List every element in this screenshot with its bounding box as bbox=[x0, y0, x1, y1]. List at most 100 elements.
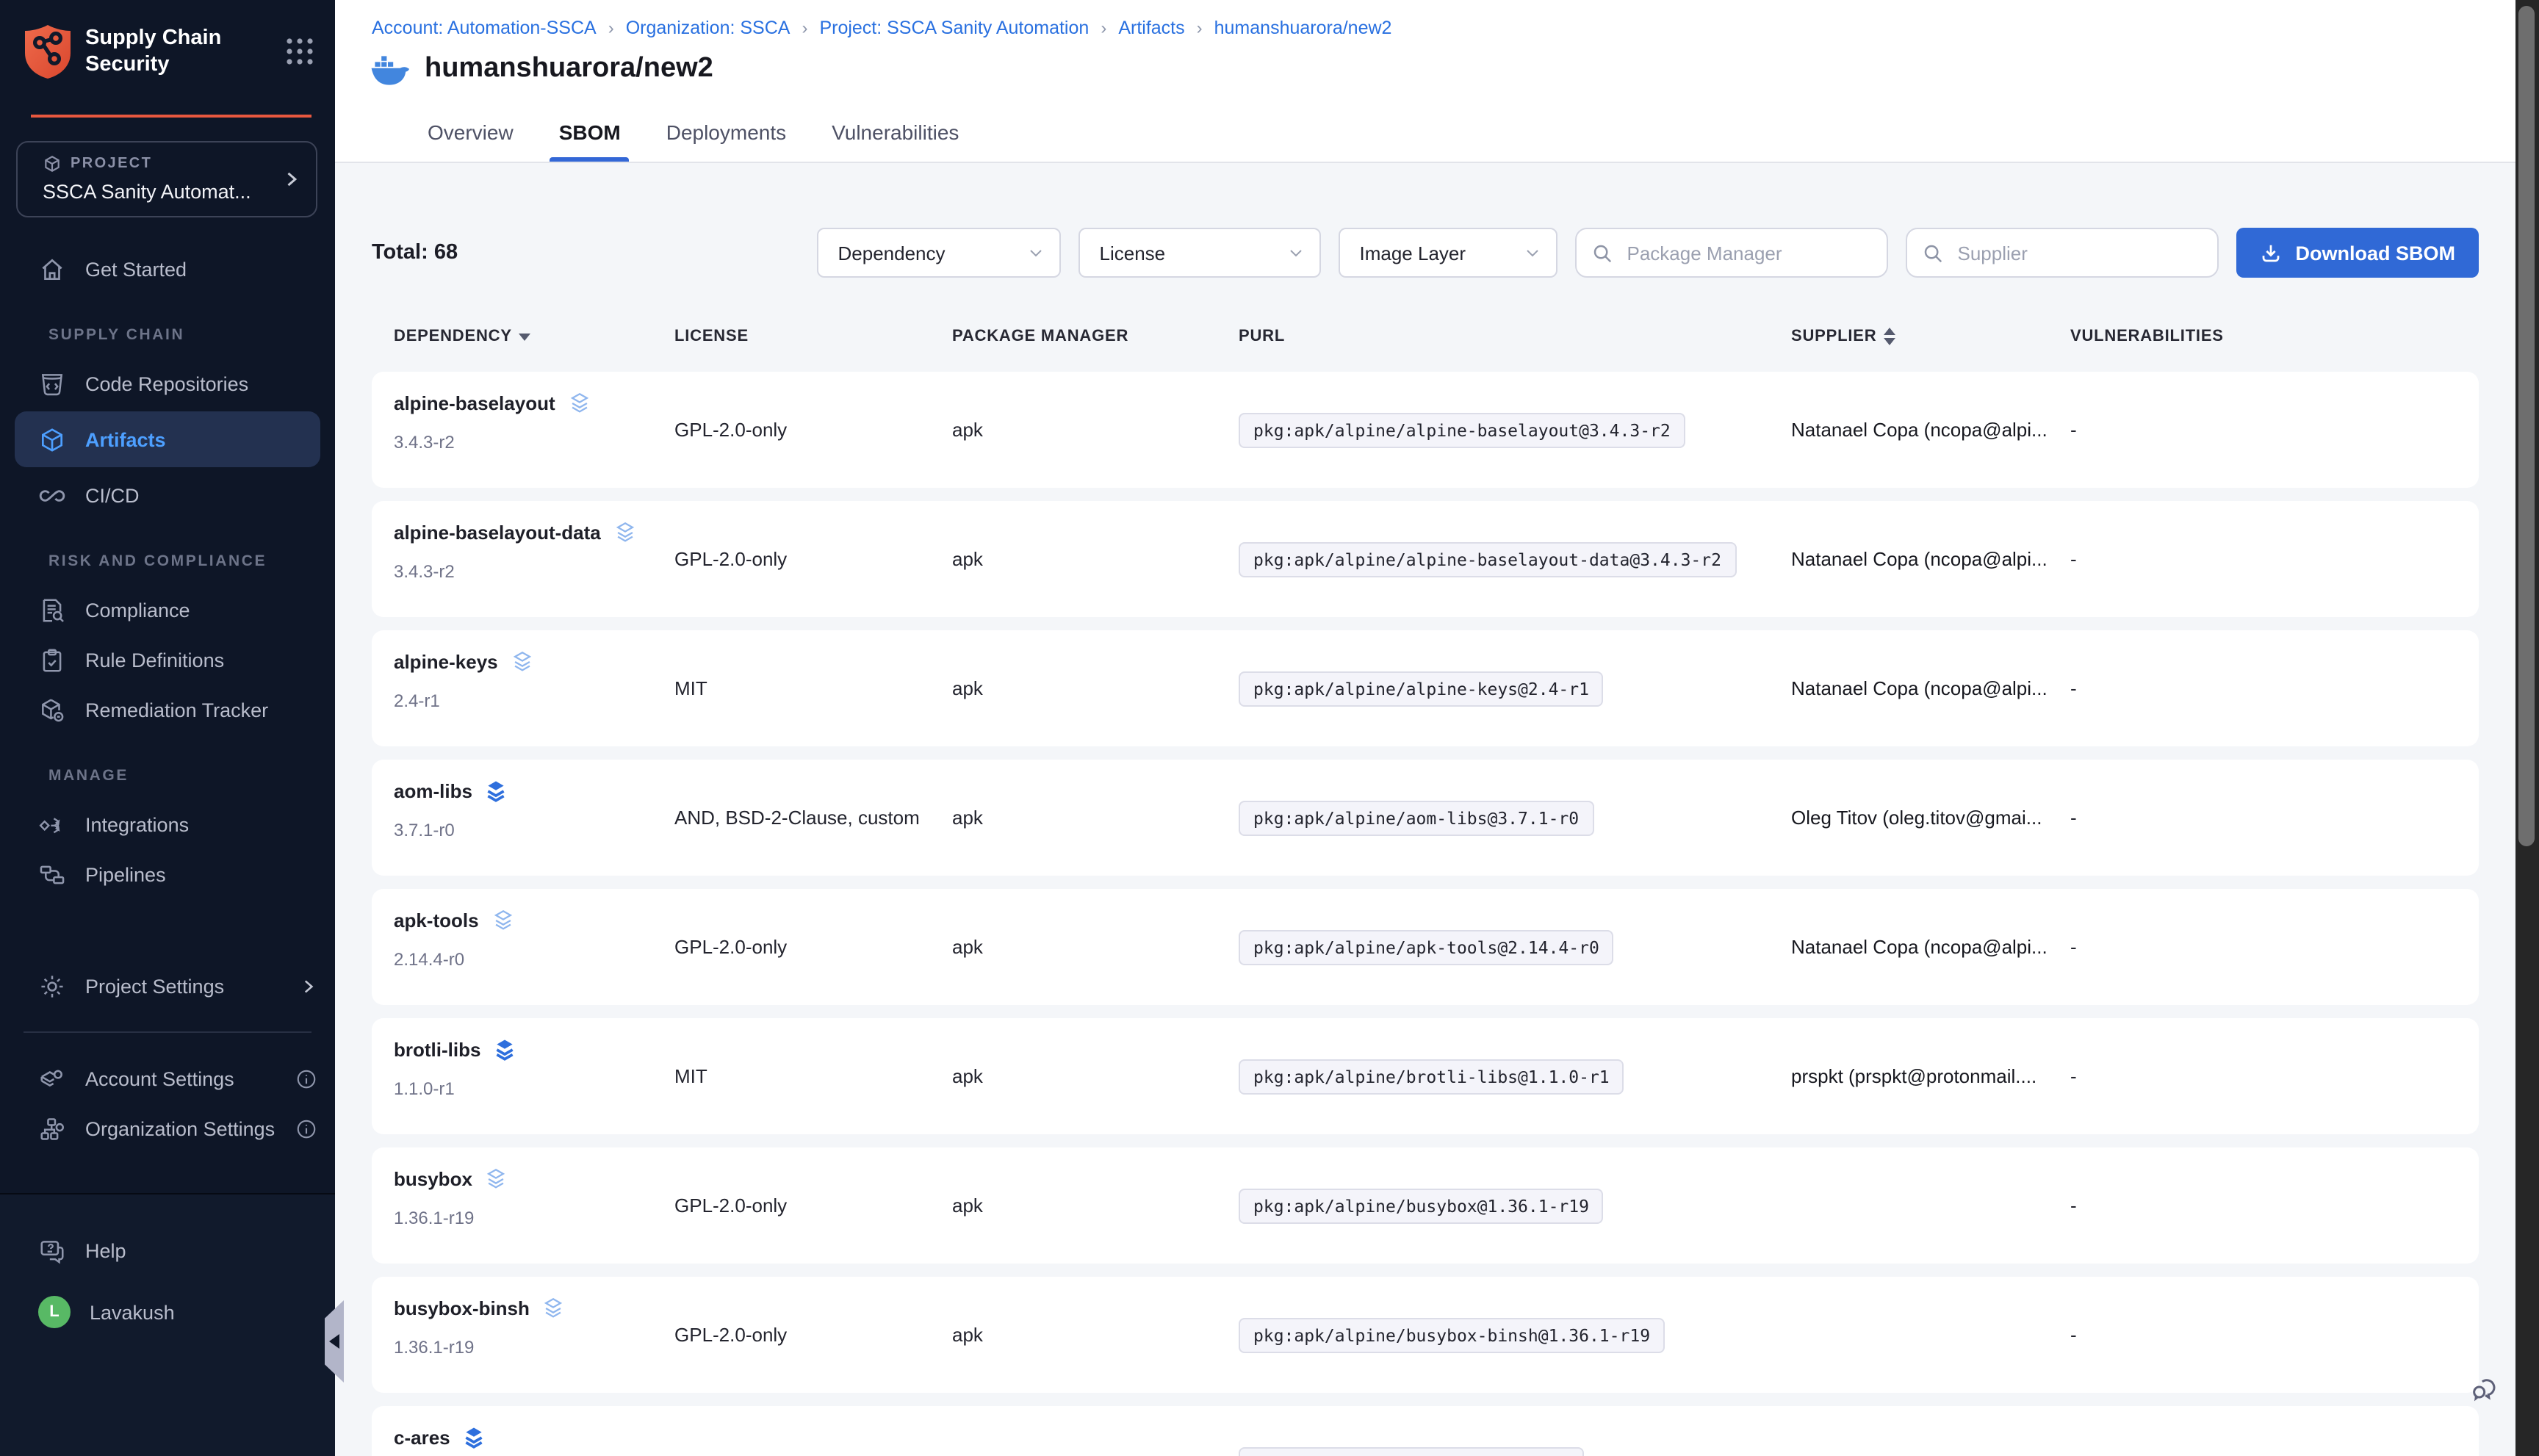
package-manager-cell: apk bbox=[952, 936, 1239, 958]
sidebar-item-artifacts[interactable]: Artifacts bbox=[15, 411, 320, 467]
column-dependency[interactable]: DEPENDENCY bbox=[394, 328, 674, 345]
sidebar-item-cicd[interactable]: CI/CD bbox=[0, 470, 335, 520]
sidebar-item-organization-settings[interactable]: Organization Settings bbox=[0, 1103, 335, 1153]
sidebar-item-code-repositories[interactable]: Code Repositories bbox=[0, 358, 335, 408]
purl-value[interactable]: pkg:apk/alpine/alpine-baselayout-data@3.… bbox=[1239, 541, 1736, 577]
layers-outline-icon bbox=[491, 908, 516, 933]
app-window: Supply Chain Security PROJECT SSCA Sanit… bbox=[0, 0, 2539, 1456]
help-chat-icon bbox=[38, 1236, 66, 1264]
table-row[interactable]: alpine-baselayout 3.4.3-r2 GPL-2.0-only … bbox=[372, 372, 2479, 488]
dependency-name: c-ares bbox=[394, 1427, 450, 1449]
sort-icon bbox=[1884, 328, 1895, 345]
supply-chain-security-logo-icon bbox=[24, 24, 72, 79]
license-cell: MIT bbox=[674, 677, 952, 699]
table-row[interactable]: aom-libs 3.7.1-r0 AND, BSD-2-Clause, cus… bbox=[372, 760, 2479, 876]
tab-vulnerabilities[interactable]: Vulnerabilities bbox=[829, 120, 962, 162]
integrations-icon bbox=[38, 810, 66, 838]
search-icon bbox=[1923, 242, 1945, 264]
column-package-manager: PACKAGE MANAGER bbox=[952, 328, 1239, 345]
infinity-icon bbox=[38, 481, 66, 509]
sidebar-item-get-started[interactable]: Get Started bbox=[0, 244, 335, 294]
license-cell: GPL-2.0-only bbox=[674, 419, 952, 441]
scrollbar-thumb[interactable] bbox=[2518, 6, 2535, 846]
table-row[interactable]: alpine-baselayout-data 3.4.3-r2 GPL-2.0-… bbox=[372, 501, 2479, 617]
purl-value[interactable]: pkg:apk/alpine/busybox-binsh@1.36.1-r19 bbox=[1239, 1317, 1665, 1352]
table-row[interactable]: brotli-libs 1.1.0-r1 MIT apk pkg:apk/alp… bbox=[372, 1018, 2479, 1134]
sort-desc-icon bbox=[519, 333, 531, 340]
sidebar-item-remediation-tracker[interactable]: Remediation Tracker bbox=[0, 685, 335, 735]
purl-value[interactable]: pkg:apk/alpine/brotli-libs@1.1.0-r1 bbox=[1239, 1059, 1624, 1094]
breadcrumb-project[interactable]: Project: SSCA Sanity Automation bbox=[819, 18, 1089, 38]
dependency-cell: alpine-baselayout-data 3.4.3-r2 bbox=[394, 501, 674, 582]
sidebar-item-help[interactable]: Help bbox=[0, 1221, 335, 1280]
breadcrumb: Account: Automation-SSCA› Organization: … bbox=[335, 0, 2515, 38]
dependency-version: 3.4.3-r2 bbox=[394, 432, 674, 453]
vulnerabilities-cell: - bbox=[2070, 1453, 2479, 1456]
code-repo-icon bbox=[38, 370, 66, 397]
sidebar-footer: Help L Lavakush bbox=[0, 1193, 335, 1456]
project-cube-icon bbox=[43, 154, 62, 173]
breadcrumb-artifacts[interactable]: Artifacts bbox=[1118, 18, 1184, 38]
table-row[interactable]: alpine-keys 2.4-r1 MIT apk pkg:apk/alpin… bbox=[372, 630, 2479, 746]
supplier-cell: Natanael Copa (ncopa@alpi... bbox=[1791, 936, 2070, 958]
purl-value[interactable]: pkg:apk/alpine/busybox@1.36.1-r19 bbox=[1239, 1188, 1604, 1223]
page-scrollbar[interactable] bbox=[2515, 0, 2539, 1456]
dependency-cell: aom-libs 3.7.1-r0 bbox=[394, 760, 674, 840]
download-sbom-button[interactable]: Download SBOM bbox=[2237, 228, 2479, 278]
search-icon bbox=[1592, 242, 1614, 264]
layers-outline-icon bbox=[510, 649, 535, 674]
toolbar: Total: 68 Dependency License Image Layer bbox=[372, 228, 2479, 278]
license-filter-select[interactable]: License bbox=[1079, 228, 1322, 278]
vulnerabilities-cell: - bbox=[2070, 1324, 2479, 1346]
tab-deployments[interactable]: Deployments bbox=[663, 120, 789, 162]
breadcrumb-organization[interactable]: Organization: SSCA bbox=[626, 18, 790, 38]
vulnerabilities-cell: - bbox=[2070, 548, 2479, 570]
sidebar-item-integrations[interactable]: Integrations bbox=[0, 799, 335, 849]
license-cell: GPL-2.0-only bbox=[674, 1194, 952, 1217]
supplier-search-input[interactable] bbox=[1955, 240, 2203, 265]
breadcrumb-account[interactable]: Account: Automation-SSCA bbox=[372, 18, 597, 38]
project-selector[interactable]: PROJECT SSCA Sanity Automat... bbox=[16, 141, 317, 217]
sidebar-item-compliance[interactable]: Compliance bbox=[0, 585, 335, 635]
layers-gear-icon bbox=[38, 1064, 66, 1092]
tab-sbom[interactable]: SBOM bbox=[556, 120, 624, 162]
package-manager-search-input[interactable] bbox=[1624, 240, 1873, 265]
tab-overview[interactable]: Overview bbox=[425, 120, 516, 162]
app-logo-row: Supply Chain Security bbox=[0, 0, 335, 79]
purl-value[interactable]: pkg:apk/alpine/alpine-keys@2.4-r1 bbox=[1239, 671, 1604, 706]
table-row[interactable]: busybox 1.36.1-r19 GPL-2.0-only apk pkg:… bbox=[372, 1147, 2479, 1264]
pipelines-icon bbox=[38, 860, 66, 888]
image-layer-filter-select[interactable]: Image Layer bbox=[1339, 228, 1558, 278]
total-count: Total: 68 bbox=[372, 241, 458, 264]
sidebar-section-supply-chain: SUPPLY CHAIN bbox=[0, 326, 335, 344]
table-body: alpine-baselayout 3.4.3-r2 GPL-2.0-only … bbox=[372, 372, 2479, 1456]
module-grid-icon[interactable] bbox=[285, 24, 314, 66]
purl-value[interactable]: pkg:apk/alpine/aom-libs@3.7.1-r0 bbox=[1239, 800, 1593, 835]
table-row[interactable]: c-ares MIT apk pkg:apk/alpine/c-ares@1.2… bbox=[372, 1406, 2479, 1456]
dependency-name: alpine-baselayout bbox=[394, 392, 555, 414]
table-row[interactable]: busybox-binsh 1.36.1-r19 GPL-2.0-only ap… bbox=[372, 1277, 2479, 1393]
vulnerabilities-cell: - bbox=[2070, 1065, 2479, 1087]
app-title: Supply Chain Security bbox=[85, 24, 221, 79]
sidebar-section-risk: RISK AND COMPLIANCE bbox=[0, 552, 335, 570]
dependency-filter-select[interactable]: Dependency bbox=[818, 228, 1062, 278]
sidebar-item-rule-definitions[interactable]: Rule Definitions bbox=[0, 635, 335, 685]
sidebar-item-account-settings[interactable]: Account Settings bbox=[0, 1053, 335, 1103]
layers-solid-icon bbox=[492, 1037, 517, 1062]
sidebar-item-pipelines[interactable]: Pipelines bbox=[0, 849, 335, 899]
column-supplier[interactable]: SUPPLIER bbox=[1791, 328, 2070, 345]
dependency-version: 2.14.4-r0 bbox=[394, 949, 674, 970]
supplier-cell: Natanael Copa (ncopa@alpi... bbox=[1791, 677, 2070, 699]
breadcrumb-current[interactable]: humanshuarora/new2 bbox=[1214, 18, 1392, 38]
info-icon bbox=[295, 1117, 317, 1139]
package-manager-cell: apk bbox=[952, 419, 1239, 441]
dependency-cell: brotli-libs 1.1.0-r1 bbox=[394, 1018, 674, 1099]
purl-value[interactable]: pkg:apk/alpine/alpine-baselayout@3.4.3-r… bbox=[1239, 412, 1685, 447]
purl-value[interactable]: pkg:apk/alpine/apk-tools@2.14.4-r0 bbox=[1239, 929, 1614, 965]
sidebar-item-project-settings[interactable]: Project Settings bbox=[0, 961, 335, 1011]
chevron-right-icon bbox=[298, 976, 317, 995]
table-row[interactable]: apk-tools 2.14.4-r0 GPL-2.0-only apk pkg… bbox=[372, 889, 2479, 1005]
chat-support-icon[interactable] bbox=[2470, 1374, 2501, 1403]
sidebar-item-user[interactable]: L Lavakush bbox=[0, 1280, 335, 1344]
purl-value[interactable]: pkg:apk/alpine/c-ares@1.27.0-r0 bbox=[1239, 1446, 1583, 1456]
